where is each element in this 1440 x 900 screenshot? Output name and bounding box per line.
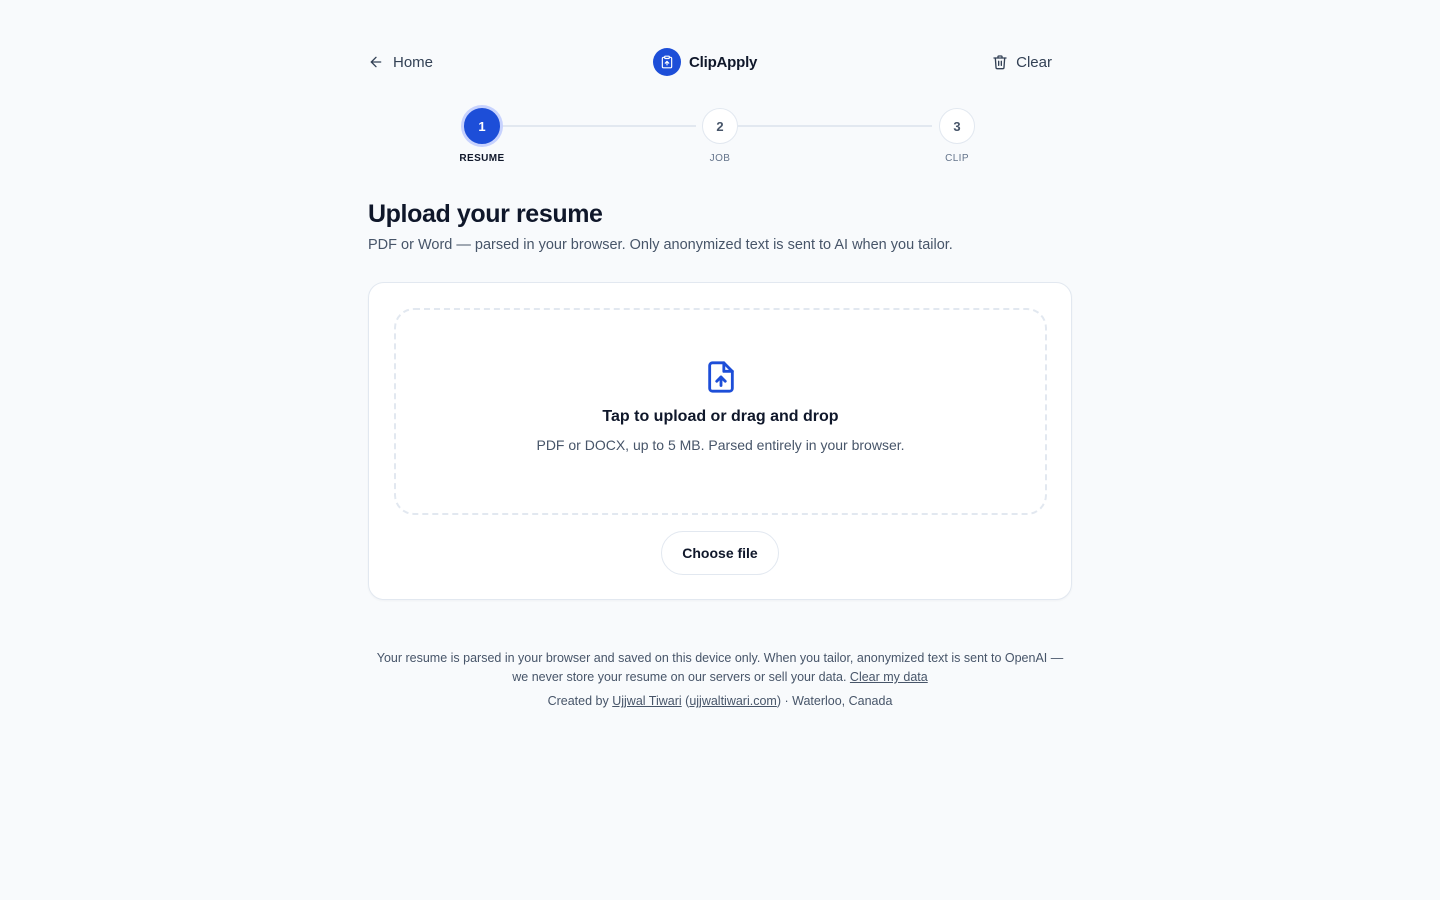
step-resume[interactable]: 1 RESUME [442,106,522,164]
author-site-link[interactable]: ujjwaltiwari.com [689,694,777,708]
privacy-notice: Your resume is parsed in your browser an… [368,649,1072,687]
author-link[interactable]: Ujjwal Tiwari [612,694,681,708]
upload-dropzone[interactable]: Tap to upload or drag and drop PDF or DO… [394,308,1047,515]
clipboard-icon [661,55,673,69]
dropzone-title: Tap to upload or drag and drop [602,408,839,425]
trash-icon [993,55,1007,70]
step-label: JOB [709,153,731,164]
upload-card: Tap to upload or drag and drop PDF or DO… [368,282,1072,600]
header: Home ClipApply Clear [368,44,1072,80]
page: Home ClipApply Clear 1 RESUME 2 JOB 3 CL… [0,0,1440,900]
step-label: CLIP [945,153,969,164]
dropzone-subtitle: PDF or DOCX, up to 5 MB. Parsed entirely… [536,437,905,453]
location-text: · Waterloo, Canada [784,694,893,708]
clear-my-data-link[interactable]: Clear my data [850,670,928,684]
step-number: 3 [939,108,975,144]
privacy-text: Your resume is parsed in your browser an… [376,651,1064,684]
stepper: 1 RESUME 2 JOB 3 CLIP [440,106,1000,170]
step-number: 2 [702,108,738,144]
page-title: Upload your resume [368,200,603,228]
step-number: 1 [464,108,500,144]
page-subtitle: PDF or Word — parsed in your browser. On… [368,237,953,253]
file-upload-icon [707,361,734,393]
created-by-text: Created by [547,694,609,708]
step-job[interactable]: 2 JOB [680,106,760,164]
arrow-left-icon [370,56,382,68]
credits: Created by Ujjwal Tiwari (ujjwaltiwari.c… [547,694,893,708]
step-connector [738,125,932,127]
step-connector [502,125,696,127]
step-label: RESUME [459,153,505,164]
choose-file-button[interactable]: Choose file [661,531,779,575]
clear-label: Clear [1016,53,1052,71]
brand-name: ClipApply [689,53,758,71]
home-link[interactable]: Home [368,44,433,80]
home-label: Home [393,53,434,71]
clear-button[interactable]: Clear [992,44,1052,80]
brand: ClipApply [653,48,757,76]
brand-logo [653,48,681,76]
step-clip[interactable]: 3 CLIP [917,106,997,164]
